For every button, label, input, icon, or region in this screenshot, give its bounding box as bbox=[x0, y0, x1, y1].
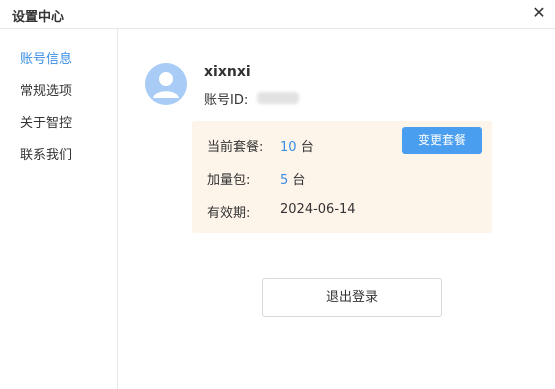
validity-label: 有效期: bbox=[207, 206, 251, 221]
addon-pack-count: 5 bbox=[280, 173, 289, 188]
logout-button[interactable]: 退出登录 bbox=[262, 278, 442, 317]
sidebar-item-contact-us[interactable]: 联系我们 bbox=[20, 144, 72, 163]
current-plan-count: 10 bbox=[280, 140, 297, 155]
addon-pack-value: 5 台 bbox=[280, 169, 305, 188]
window-title: 设置中心 bbox=[12, 10, 65, 25]
user-avatar-icon bbox=[145, 63, 187, 105]
username: xixnxi bbox=[204, 64, 251, 80]
sidebar-item-account-info[interactable]: 账号信息 bbox=[20, 48, 72, 67]
validity-value: 2024-06-14 bbox=[280, 202, 356, 217]
account-id-label: 账号ID: bbox=[204, 93, 249, 108]
title-bar: 设置中心 ✕ bbox=[0, 0, 555, 29]
current-plan-unit: 台 bbox=[300, 140, 314, 155]
addon-pack-unit: 台 bbox=[292, 173, 306, 188]
current-plan-label: 当前套餐: bbox=[207, 140, 264, 155]
change-plan-button[interactable]: 变更套餐 bbox=[402, 127, 482, 154]
account-id-redacted bbox=[257, 92, 299, 104]
close-icon[interactable]: ✕ bbox=[529, 3, 549, 23]
current-plan-value: 10 台 bbox=[280, 136, 314, 155]
addon-pack-label: 加量包: bbox=[207, 173, 251, 188]
sidebar-item-about[interactable]: 关于智控 bbox=[20, 112, 72, 131]
sidebar-item-general-options[interactable]: 常规选项 bbox=[20, 80, 72, 99]
